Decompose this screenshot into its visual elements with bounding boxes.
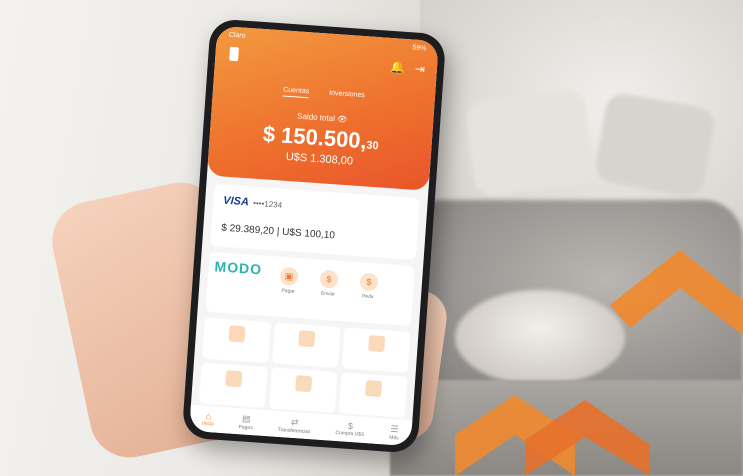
modo-panel: MODO ▣ Pagar $ Enviar $ Pedir <box>205 251 416 326</box>
nav-inicio[interactable]: ⌂ Inicio <box>202 411 215 428</box>
chart-icon <box>295 375 313 393</box>
shortcut-tile[interactable] <box>202 317 271 364</box>
clipboard-icon <box>364 379 383 398</box>
blurred-coffee-table <box>455 290 625 385</box>
smartphone: Claro 59% 🔔 ⇥ Cuentas Inversiones Saldo … <box>181 18 447 454</box>
blurred-pillow <box>463 87 597 198</box>
card-summary[interactable]: VISA ••••1234 $ 29.389,20 | U$S 100,10 <box>210 183 420 261</box>
nav-mas[interactable]: ☰ Más <box>389 423 400 441</box>
document-icon <box>298 330 316 348</box>
orange-chevron-graphic <box>610 250 743 335</box>
shortcut-tile[interactable] <box>272 322 341 368</box>
enviar-button[interactable]: $ Enviar <box>317 269 341 298</box>
bank-logo-icon <box>229 46 239 62</box>
shortcut-grid <box>199 317 411 418</box>
shortcut-tile[interactable] <box>268 367 338 413</box>
qr-icon: ▣ <box>279 266 299 286</box>
status-bar: Claro 59% <box>229 32 427 53</box>
request-money-icon: $ <box>359 272 379 292</box>
coins-icon <box>225 370 243 388</box>
modo-logo: MODO <box>214 258 263 278</box>
shortcut-tile[interactable] <box>338 372 408 418</box>
card-number: ••••1234 <box>252 198 283 210</box>
nav-transferencias[interactable]: ⇄ Transferencias <box>278 415 312 434</box>
carrier-label: Claro <box>228 31 246 40</box>
eye-icon[interactable]: 👁 <box>337 114 348 124</box>
pedir-button[interactable]: $ Pedir <box>357 272 381 300</box>
bell-icon[interactable]: 🔔 <box>389 60 405 75</box>
tab-cuentas[interactable]: Cuentas <box>282 86 310 99</box>
blurred-pillow <box>593 91 717 199</box>
send-money-icon: $ <box>319 269 339 289</box>
tab-inversiones[interactable]: Inversiones <box>329 90 365 102</box>
orange-chevron-graphic <box>455 395 650 476</box>
receipt-icon <box>368 335 386 353</box>
account-tabs: Cuentas Inversiones <box>213 82 435 107</box>
shortcut-tile[interactable] <box>199 362 268 408</box>
shortcut-tile[interactable] <box>341 327 411 373</box>
pagar-button[interactable]: ▣ Pagar <box>277 266 301 295</box>
visa-logo: VISA <box>222 194 250 209</box>
wallet-icon <box>228 325 246 343</box>
card-balance: $ 29.389,20 | U$S 100,10 <box>220 222 336 242</box>
nav-pagos[interactable]: ▤ Pagos <box>238 413 253 431</box>
menu-icon: ☰ <box>390 423 399 434</box>
balance-header: Claro 59% 🔔 ⇥ Cuentas Inversiones Saldo … <box>206 25 439 191</box>
logout-icon[interactable]: ⇥ <box>414 62 425 77</box>
nav-compra-usd[interactable]: $ Compra U$S <box>335 420 365 438</box>
battery-label: 59% <box>412 44 427 53</box>
app-screen: Claro 59% 🔔 ⇥ Cuentas Inversiones Saldo … <box>189 25 439 447</box>
